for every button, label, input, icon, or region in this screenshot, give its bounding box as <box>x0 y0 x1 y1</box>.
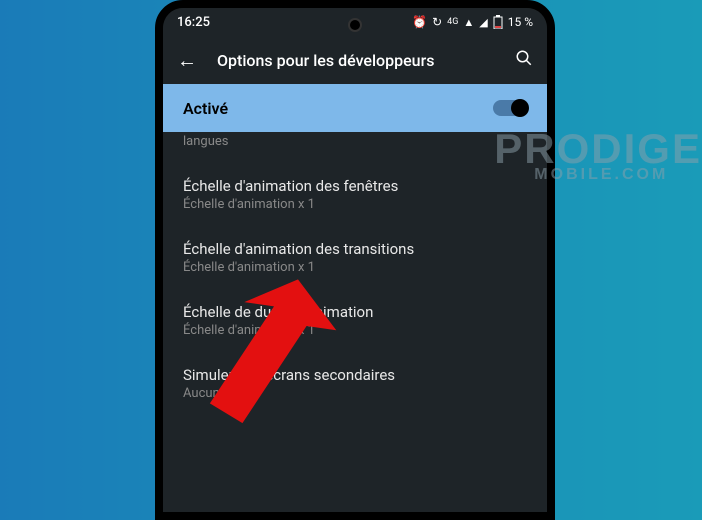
setting-subtitle: Échelle d'animation x 1 <box>183 197 527 212</box>
setting-item-simulate-secondary[interactable]: Simuler des écrans secondaires Aucun <box>183 352 527 415</box>
setting-subtitle: Aucun <box>183 386 527 401</box>
alarm-icon: ⏰ <box>412 15 427 29</box>
setting-title: Échelle de durée d'animation <box>183 303 527 321</box>
settings-list: langues Échelle d'animation des fenêtres… <box>163 132 547 415</box>
setting-item-transition-animation[interactable]: Échelle d'animation des transitions Éche… <box>183 226 527 289</box>
sync-icon: ↻ <box>432 15 442 29</box>
phone-frame: 16:25 ⏰ ↻ 4G ▲ ◢ 15 % ← Options pour les… <box>155 0 555 520</box>
setting-subtitle: Échelle d'animation x 1 <box>183 323 527 338</box>
setting-title: Échelle d'animation des transitions <box>183 240 527 258</box>
setting-item-window-animation[interactable]: Échelle d'animation des fenêtres Échelle… <box>183 163 527 226</box>
wifi-icon: ◢ <box>479 16 487 29</box>
camera-hole <box>348 18 362 32</box>
page-title: Options pour les développeurs <box>217 51 495 70</box>
setting-subtitle: langues <box>183 134 527 149</box>
setting-title: Échelle d'animation des fenêtres <box>183 177 527 195</box>
toggle-switch[interactable] <box>493 100 527 116</box>
toggle-label: Activé <box>183 99 228 118</box>
app-bar: ← Options pour les développeurs <box>163 36 547 84</box>
back-arrow-icon[interactable]: ← <box>173 44 201 77</box>
switch-knob <box>511 99 529 117</box>
setting-item-animator-duration[interactable]: Échelle de durée d'animation Échelle d'a… <box>183 289 527 352</box>
watermark-sub: MOBILE.COM <box>534 166 702 184</box>
status-time: 16:25 <box>177 15 210 30</box>
developer-options-toggle-row[interactable]: Activé <box>163 84 547 132</box>
status-icons: ⏰ ↻ 4G ▲ ◢ 15 % <box>412 15 533 29</box>
battery-text: 15 % <box>508 15 533 29</box>
phone-screen: 16:25 ⏰ ↻ 4G ▲ ◢ 15 % ← Options pour les… <box>163 8 547 512</box>
setting-subtitle: Échelle d'animation x 1 <box>183 260 527 275</box>
setting-title: Simuler des écrans secondaires <box>183 366 527 384</box>
battery-icon <box>493 15 503 29</box>
search-icon[interactable] <box>511 45 537 76</box>
network-label: 4G <box>447 17 458 27</box>
signal-icon: ▲ <box>463 16 474 29</box>
setting-item-partial[interactable]: langues <box>183 132 527 163</box>
